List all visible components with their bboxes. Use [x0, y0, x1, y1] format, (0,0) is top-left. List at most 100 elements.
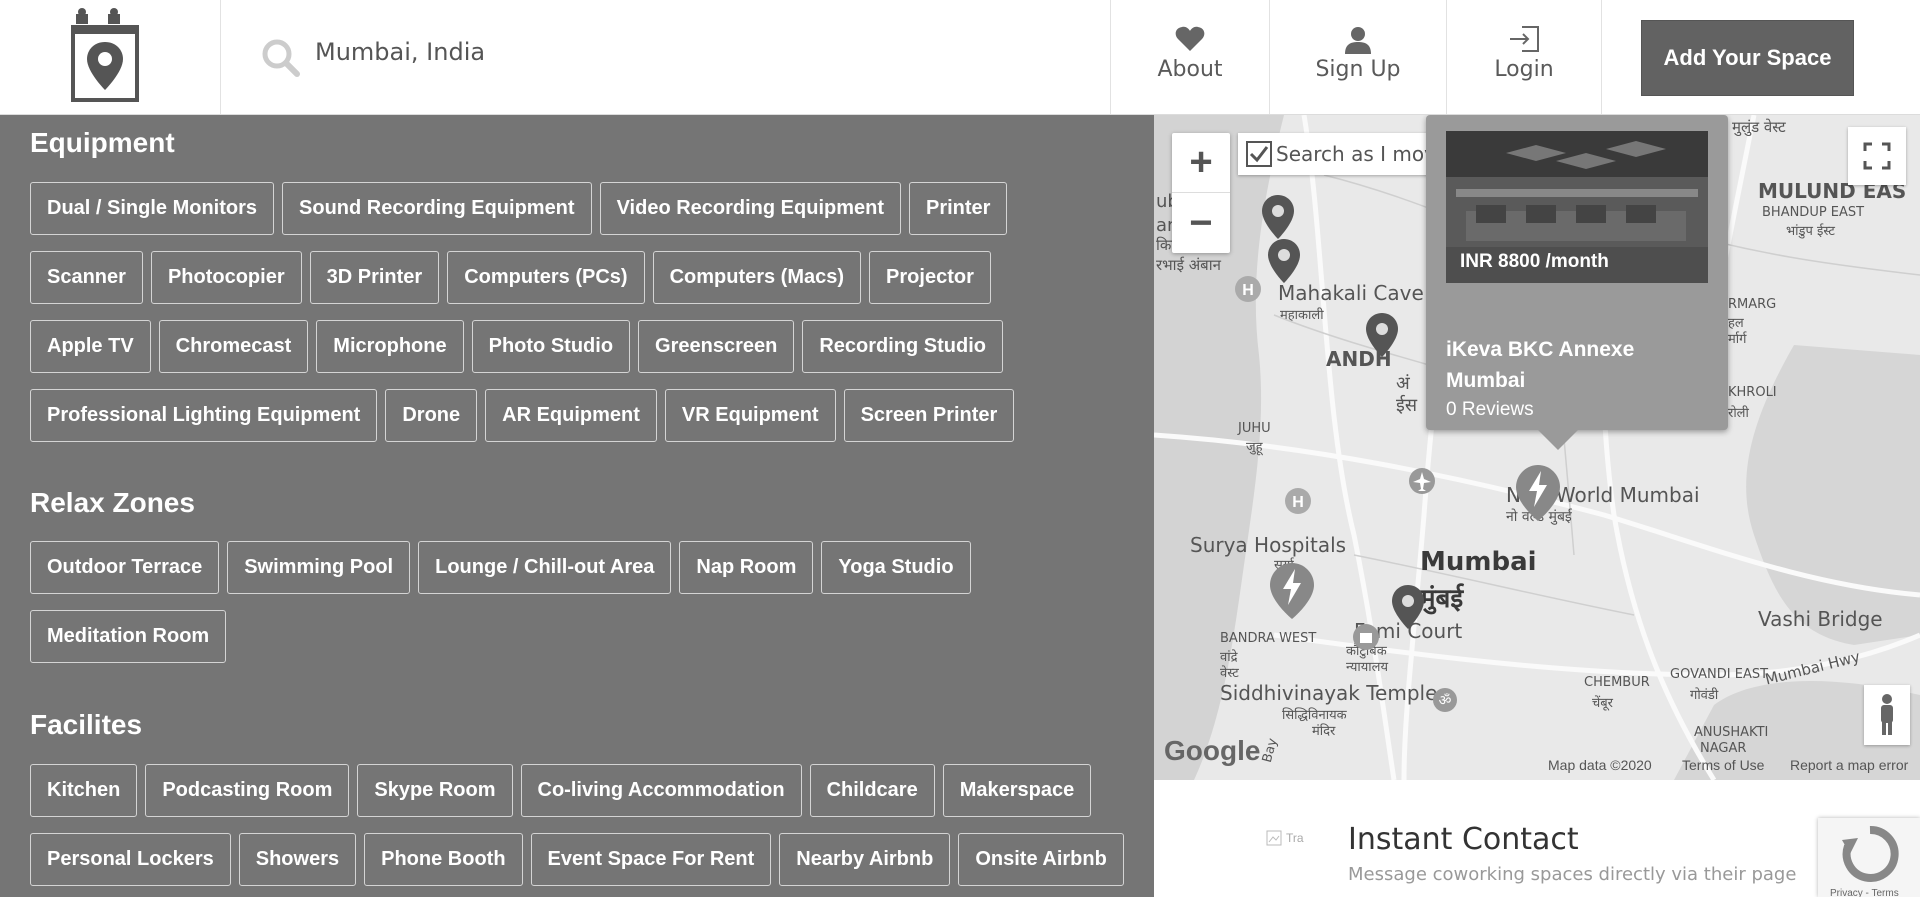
filter-tag[interactable]: Childcare: [809, 764, 935, 817]
listing-reviews: 0 Reviews: [1446, 399, 1534, 420]
filter-tag[interactable]: Computers (PCs): [447, 251, 645, 304]
map-marker-icon[interactable]: [1364, 311, 1400, 359]
nav-signup[interactable]: Sign Up: [1269, 0, 1446, 114]
section-title-equipment: Equipment: [30, 127, 175, 158]
street-view-pegman[interactable]: [1864, 685, 1910, 745]
zoom-out-button[interactable]: −: [1172, 193, 1230, 253]
map-label-kholi: KHROLI: [1728, 385, 1777, 400]
svg-text:H: H: [1242, 282, 1254, 299]
facilities-row-1: Kitchen Podcasting Room Skype Room Co-li…: [30, 764, 1099, 817]
map-label-siddhivinayak: Siddhivinayak Temple: [1220, 681, 1438, 705]
filter-tag[interactable]: Video Recording Equipment: [599, 182, 901, 235]
broken-image-icon: [1266, 830, 1282, 846]
map-marker-icon[interactable]: [1260, 193, 1296, 241]
pegman-icon: [1881, 694, 1893, 735]
map-marker-icon[interactable]: [1390, 583, 1426, 631]
filter-tag[interactable]: Personal Lockers: [30, 833, 231, 886]
filter-tag[interactable]: AR Equipment: [485, 389, 657, 442]
map[interactable]: मुलुंड वेस्ट MULUND EAS BHANDUP EAST भां…: [1154, 115, 1920, 780]
map-marker-icon[interactable]: [1266, 237, 1302, 285]
ev-charging-marker-icon[interactable]: [1514, 463, 1562, 523]
filter-tag[interactable]: Greenscreen: [638, 320, 795, 373]
search-as-move-checkbox[interactable]: [1246, 141, 1272, 167]
fullscreen-button[interactable]: [1848, 127, 1906, 185]
filter-tag[interactable]: Yoga Studio: [821, 541, 971, 594]
listing-price: INR 8800 /month: [1460, 251, 1609, 272]
relax-row-1: Outdoor Terrace Swimming Pool Lounge / C…: [30, 541, 979, 594]
listing-popup-card[interactable]: INR 8800 /month iKeva BKC Annexe Mumbai …: [1426, 115, 1728, 450]
filter-tag[interactable]: Makerspace: [942, 764, 1092, 817]
filter-tag[interactable]: Nearby Airbnb: [779, 833, 951, 886]
filter-tag[interactable]: Lounge / Chill-out Area: [418, 541, 672, 594]
filter-tag[interactable]: Nap Room: [679, 541, 814, 594]
recaptcha-footer[interactable]: Privacy - Terms: [1830, 888, 1899, 897]
svg-text:ॐ: ॐ: [1439, 693, 1452, 709]
filter-tag[interactable]: Skype Room: [357, 764, 513, 817]
nav-signup-label: Sign Up: [1315, 57, 1401, 82]
filter-tag[interactable]: Swimming Pool: [227, 541, 411, 594]
recaptcha-badge[interactable]: Privacy - Terms: [1818, 818, 1920, 897]
map-label-mumbai: Mumbai: [1420, 547, 1537, 577]
section-title-relax-zones: Relax Zones: [30, 487, 195, 518]
filter-tag[interactable]: Professional Lighting Equipment: [30, 389, 378, 442]
listing-name[interactable]: iKeva BKC Annexe Mumbai: [1446, 334, 1716, 396]
map-label-chembur-dev: चेंबूर: [1592, 696, 1613, 711]
filter-tag[interactable]: Podcasting Room: [145, 764, 350, 817]
login-icon: [1447, 26, 1601, 52]
filter-tag[interactable]: Sound Recording Equipment: [282, 182, 592, 235]
google-logo: Google: [1164, 735, 1261, 766]
filter-tag[interactable]: Photocopier: [150, 251, 302, 304]
filter-tag[interactable]: Co-living Accommodation: [520, 764, 802, 817]
logo[interactable]: [0, 0, 221, 114]
filter-tag[interactable]: Onsite Airbnb: [958, 833, 1124, 886]
map-label-juhu-dev: जुहू: [1246, 440, 1263, 455]
filter-tag[interactable]: Phone Booth: [364, 833, 523, 886]
filter-tag[interactable]: Showers: [238, 833, 357, 886]
map-label-andheri-dev-2: ईस: [1396, 395, 1418, 416]
nav-about[interactable]: About: [1110, 0, 1269, 114]
filter-tag[interactable]: VR Equipment: [664, 389, 836, 442]
filter-tag[interactable]: Projector: [869, 251, 991, 304]
map-label-marag: र्मार्ग: [1728, 332, 1747, 347]
svg-text:H: H: [1292, 494, 1304, 511]
map-label-juhu: JUHU: [1238, 421, 1271, 436]
hospital-icon: H: [1235, 276, 1261, 302]
airport-icon: [1409, 468, 1435, 494]
nav-login[interactable]: Login: [1446, 0, 1601, 114]
heart-icon: [1111, 26, 1269, 52]
filter-tag[interactable]: Recording Studio: [802, 320, 1004, 373]
filter-tag[interactable]: Event Space For Rent: [530, 833, 772, 886]
map-label-andheri-dev-1: अं: [1396, 373, 1410, 394]
map-label-mahakali-dev: महाकाली: [1280, 308, 1324, 323]
report-map-error-link[interactable]: Report a map error: [1790, 757, 1908, 773]
filter-tag[interactable]: Apple TV: [30, 320, 151, 373]
filter-tag[interactable]: Meditation Room: [30, 610, 227, 663]
filter-tag[interactable]: Drone: [385, 389, 478, 442]
filter-tag[interactable]: Screen Printer: [843, 389, 1015, 442]
fullscreen-icon: [1863, 142, 1891, 170]
filter-tag[interactable]: Chromecast: [158, 320, 309, 373]
equipment-row-1: Dual / Single Monitors Sound Recording E…: [30, 182, 1015, 235]
search-input[interactable]: Mumbai, India: [315, 38, 485, 66]
map-label-mumbai-dev: मुंबई: [1420, 584, 1464, 614]
filter-tag[interactable]: Photo Studio: [471, 320, 631, 373]
filter-tag[interactable]: Microphone: [316, 320, 464, 373]
logo-icon: [71, 8, 139, 102]
filter-tag[interactable]: Computers (Macs): [652, 251, 862, 304]
map-label-nyayalay: न्यायालय: [1346, 660, 1389, 675]
equipment-row-2: Scanner Photocopier 3D Printer Computers…: [30, 251, 999, 304]
filter-tag[interactable]: Kitchen: [30, 764, 138, 817]
filter-tag[interactable]: 3D Printer: [309, 251, 440, 304]
filter-tag[interactable]: Outdoor Terrace: [30, 541, 220, 594]
ev-charging-marker-icon[interactable]: [1268, 561, 1316, 621]
listing-photo[interactable]: INR 8800 /month: [1446, 131, 1708, 283]
map-label-ambani: रभाई अंबान: [1156, 256, 1221, 274]
map-label-chembur: CHEMBUR: [1584, 675, 1650, 690]
add-your-space-button[interactable]: Add Your Space: [1641, 20, 1854, 96]
filter-tag[interactable]: Printer: [909, 182, 1008, 235]
map-terms-link[interactable]: Terms of Use: [1682, 757, 1764, 773]
filter-tag[interactable]: Dual / Single Monitors: [30, 182, 275, 235]
zoom-in-button[interactable]: +: [1172, 133, 1230, 193]
filter-tag[interactable]: Scanner: [30, 251, 143, 304]
location-search[interactable]: Mumbai, India: [221, 0, 1110, 114]
